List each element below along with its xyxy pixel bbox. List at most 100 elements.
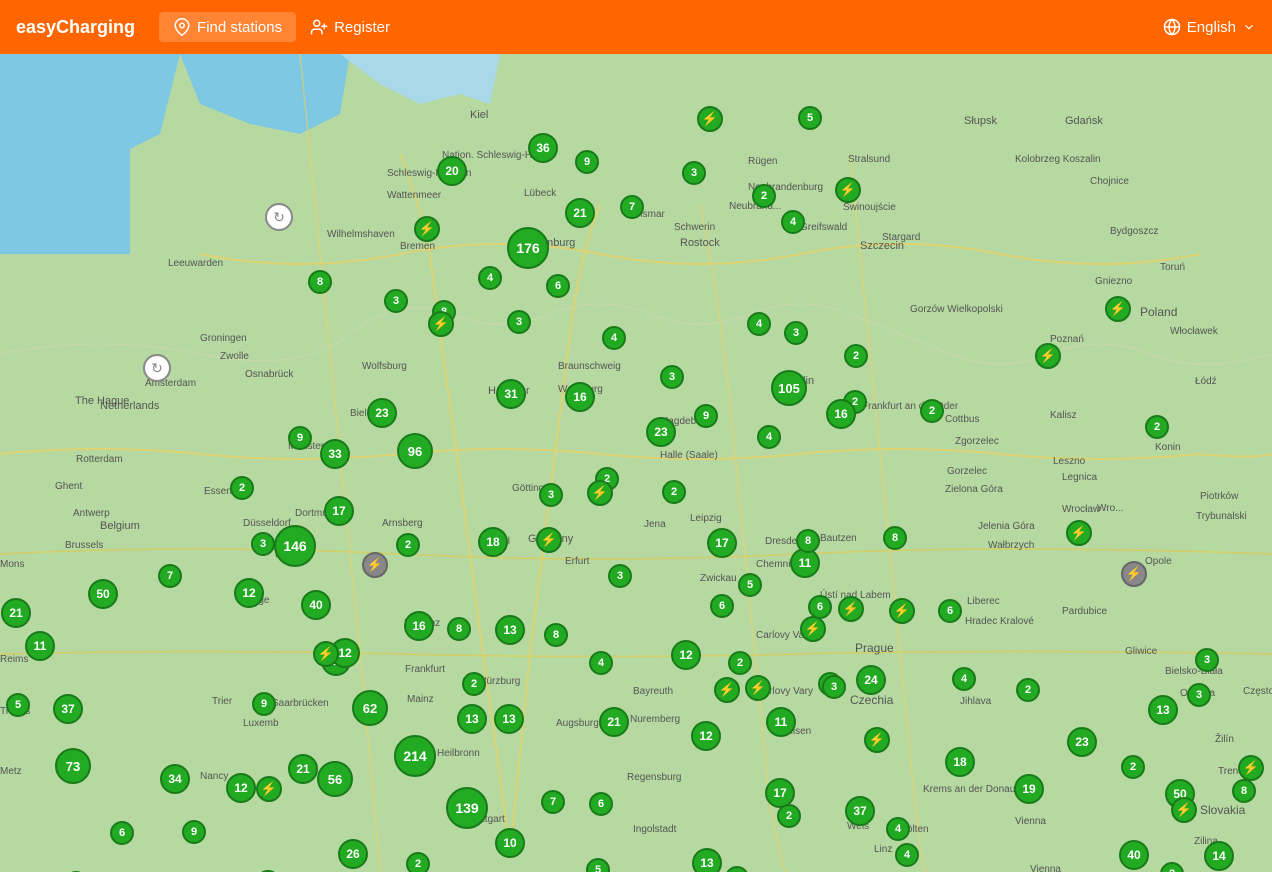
cluster-marker[interactable]: 12: [234, 578, 264, 608]
cluster-marker[interactable]: 40: [301, 590, 331, 620]
cluster-marker[interactable]: 2: [662, 480, 686, 504]
cluster-marker[interactable]: 20: [437, 156, 467, 186]
cluster-marker[interactable]: 2: [406, 852, 430, 872]
cluster-marker[interactable]: 9: [288, 426, 312, 450]
cluster-marker[interactable]: 21: [1, 598, 31, 628]
cluster-marker[interactable]: 7: [158, 564, 182, 588]
cluster-marker[interactable]: 6: [589, 792, 613, 816]
cluster-marker[interactable]: 2: [1145, 415, 1169, 439]
cluster-marker[interactable]: 4: [602, 326, 626, 350]
cluster-marker[interactable]: 3: [784, 321, 808, 345]
cluster-marker[interactable]: 2: [728, 651, 752, 675]
cluster-marker[interactable]: 3: [608, 564, 632, 588]
cluster-marker[interactable]: 3: [660, 365, 684, 389]
cluster-marker[interactable]: 3: [539, 483, 563, 507]
cluster-marker[interactable]: 3: [682, 161, 706, 185]
bolt-marker[interactable]: ⚡: [1171, 797, 1197, 823]
cluster-marker[interactable]: 34: [160, 764, 190, 794]
cluster-marker[interactable]: 2: [230, 476, 254, 500]
bolt-marker[interactable]: ⚡: [536, 527, 562, 553]
cluster-marker[interactable]: 2: [752, 184, 776, 208]
cluster-marker[interactable]: 13: [494, 704, 524, 734]
bolt-marker[interactable]: ⚡: [1066, 520, 1092, 546]
cluster-marker[interactable]: 8: [883, 526, 907, 550]
language-selector[interactable]: English: [1163, 18, 1256, 36]
register-nav[interactable]: Register: [296, 12, 404, 42]
cluster-marker[interactable]: 31: [496, 379, 526, 409]
cluster-marker[interactable]: 16: [404, 611, 434, 641]
cluster-marker[interactable]: 4: [589, 651, 613, 675]
bolt-marker[interactable]: ⚡: [362, 552, 388, 578]
cluster-marker[interactable]: 3: [1187, 683, 1211, 707]
cluster-marker[interactable]: 62: [352, 690, 388, 726]
cluster-marker[interactable]: 4: [895, 843, 919, 867]
cluster-marker[interactable]: 16: [565, 382, 595, 412]
cluster-marker[interactable]: 13: [692, 848, 722, 872]
map[interactable]: Hamburg Berlin Hanover Germany Magdeburg…: [0, 54, 1272, 872]
cluster-marker[interactable]: 23: [1067, 727, 1097, 757]
cluster-marker[interactable]: 3: [507, 310, 531, 334]
cluster-marker[interactable]: 6: [546, 274, 570, 298]
cluster-marker[interactable]: 8: [1232, 779, 1256, 803]
cluster-marker[interactable]: 12: [691, 721, 721, 751]
cluster-marker[interactable]: 6: [938, 599, 962, 623]
cluster-marker[interactable]: 8: [308, 270, 332, 294]
bolt-marker[interactable]: ⚡: [1121, 561, 1147, 587]
cluster-marker[interactable]: 10: [495, 828, 525, 858]
cluster-marker[interactable]: 2: [844, 344, 868, 368]
bolt-marker[interactable]: ⚡: [256, 776, 282, 802]
bolt-marker[interactable]: ⚡: [714, 677, 740, 703]
cluster-marker[interactable]: 37: [53, 694, 83, 724]
cluster-marker[interactable]: 21: [565, 198, 595, 228]
cluster-marker[interactable]: 2: [1016, 678, 1040, 702]
cluster-marker[interactable]: 11: [25, 631, 55, 661]
cluster-marker[interactable]: 37: [845, 796, 875, 826]
bolt-marker[interactable]: ⚡: [800, 616, 826, 642]
cluster-marker[interactable]: 40: [1119, 840, 1149, 870]
cluster-marker[interactable]: 3: [251, 532, 275, 556]
cluster-marker[interactable]: 24: [856, 665, 886, 695]
cluster-marker[interactable]: 139: [446, 787, 488, 829]
bolt-marker[interactable]: ⚡: [587, 480, 613, 506]
cluster-marker[interactable]: 13: [1148, 695, 1178, 725]
cluster-marker[interactable]: 33: [320, 439, 350, 469]
cluster-marker[interactable]: 8: [796, 529, 820, 553]
cluster-marker[interactable]: 18: [945, 747, 975, 777]
bolt-marker[interactable]: ⚡: [835, 177, 861, 203]
cluster-marker[interactable]: 23: [367, 398, 397, 428]
cluster-marker[interactable]: 12: [671, 640, 701, 670]
cluster-marker[interactable]: 73: [55, 748, 91, 784]
cluster-marker[interactable]: 18: [478, 527, 508, 557]
cluster-marker[interactable]: 13: [495, 615, 525, 645]
cluster-marker[interactable]: 36: [528, 133, 558, 163]
cluster-marker[interactable]: 3: [384, 289, 408, 313]
bolt-marker[interactable]: ⚡: [1105, 296, 1131, 322]
cluster-marker[interactable]: 146: [274, 525, 316, 567]
cluster-marker[interactable]: 7: [620, 195, 644, 219]
cluster-marker[interactable]: 9: [694, 404, 718, 428]
cluster-marker[interactable]: 4: [781, 210, 805, 234]
bolt-marker[interactable]: ⚡: [838, 596, 864, 622]
bolt-marker[interactable]: ⚡: [428, 311, 454, 337]
cluster-marker[interactable]: 9: [575, 150, 599, 174]
cluster-marker[interactable]: 2: [462, 672, 486, 696]
cluster-marker[interactable]: 50: [88, 579, 118, 609]
cluster-marker[interactable]: 2: [777, 804, 801, 828]
cluster-marker[interactable]: 4: [952, 667, 976, 691]
cluster-marker[interactable]: 2: [920, 399, 944, 423]
cluster-marker[interactable]: 13: [457, 704, 487, 734]
bolt-marker[interactable]: ⚡: [889, 598, 915, 624]
cluster-marker[interactable]: 56: [317, 761, 353, 797]
cluster-marker[interactable]: 23: [646, 417, 676, 447]
bolt-marker[interactable]: ⚡: [414, 216, 440, 242]
cluster-marker[interactable]: 2: [396, 533, 420, 557]
bolt-marker[interactable]: ⚡: [1035, 343, 1061, 369]
cluster-marker[interactable]: 12: [226, 773, 256, 803]
find-stations-nav[interactable]: Find stations: [159, 12, 296, 42]
cluster-marker[interactable]: 7: [541, 790, 565, 814]
cluster-marker[interactable]: 16: [826, 399, 856, 429]
cluster-marker[interactable]: 17: [707, 528, 737, 558]
cluster-marker[interactable]: 105: [771, 370, 807, 406]
bolt-marker[interactable]: ⚡: [697, 106, 723, 132]
cluster-marker[interactable]: 21: [288, 754, 318, 784]
